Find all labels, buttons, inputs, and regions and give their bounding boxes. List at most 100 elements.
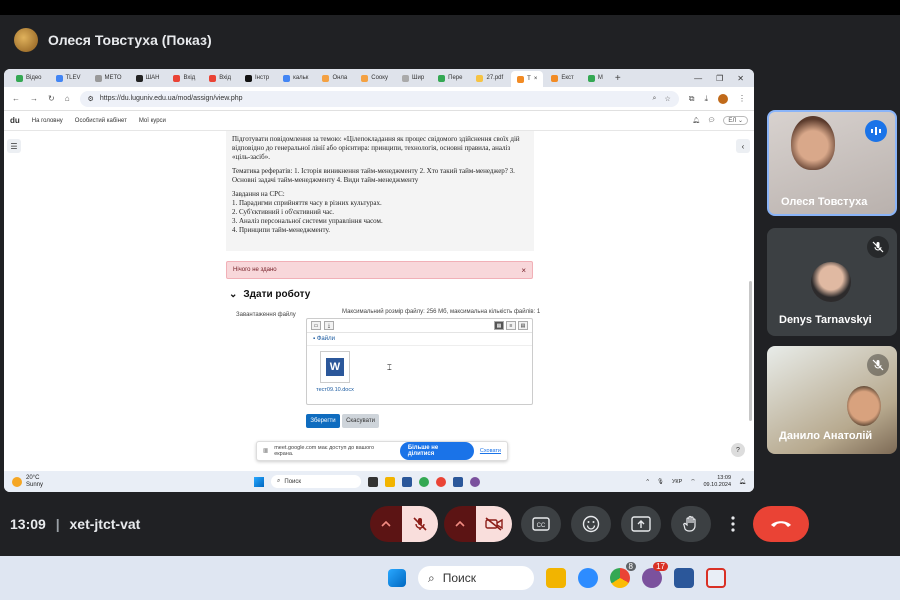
browser-tab[interactable]: Вхід — [167, 71, 201, 85]
word-icon[interactable] — [453, 476, 463, 487]
browser-tab[interactable]: Пере — [432, 71, 468, 85]
browser-tab[interactable]: Вхід — [203, 71, 237, 85]
nav-dashboard[interactable]: Особистий кабінет — [75, 118, 127, 124]
uploaded-file[interactable]: W тест09.10.docx — [313, 351, 357, 393]
close-icon[interactable]: ✕ — [737, 74, 744, 83]
browser-tab[interactable]: М — [582, 71, 609, 85]
leave-call-button[interactable] — [753, 506, 809, 542]
cancel-button[interactable]: Скасувати — [342, 414, 379, 428]
view-tree-icon[interactable]: ▤ — [518, 321, 528, 330]
opera-icon[interactable] — [436, 476, 446, 487]
word-icon[interactable] — [674, 568, 694, 588]
add-file-icon[interactable]: ▭ — [311, 321, 321, 330]
file-explorer-icon[interactable] — [385, 476, 395, 487]
browser-tab[interactable]: TLEV — [50, 71, 87, 85]
bookmark-star-icon[interactable]: ☆ — [664, 95, 670, 103]
download-icon[interactable]: ⤓ — [704, 94, 708, 104]
nav-home[interactable]: На головну — [32, 118, 63, 124]
reactions-button[interactable] — [571, 506, 611, 542]
present-button[interactable] — [621, 506, 661, 542]
browser-tab[interactable]: Екст — [545, 71, 579, 85]
file-explorer-icon[interactable] — [546, 568, 566, 588]
maximize-icon[interactable]: ❐ — [716, 74, 723, 83]
network-icon[interactable]: ⌔ — [690, 478, 695, 485]
captions-button[interactable]: CC — [521, 506, 561, 542]
close-icon[interactable]: × — [521, 266, 526, 275]
zoom-icon[interactable] — [578, 568, 598, 588]
new-tab-button[interactable]: + — [611, 73, 625, 84]
os-taskbar-search[interactable]: ⌕ Поиск — [418, 566, 534, 590]
browser-tab[interactable]: Онла — [316, 71, 353, 85]
viber-icon[interactable]: 17 — [642, 562, 668, 588]
taskbar-clock[interactable]: 13:09 09.10.2024 — [703, 475, 731, 489]
nav-my-courses[interactable]: Мої курси — [139, 118, 166, 124]
browser-tab[interactable]: Відео — [10, 71, 48, 85]
zoom-icon[interactable]: ⌕ — [653, 95, 657, 103]
chrome-icon[interactable] — [419, 476, 429, 487]
raise-hand-button[interactable] — [671, 506, 711, 542]
search-icon: ⌕ — [428, 570, 435, 585]
scrollbar[interactable] — [749, 281, 752, 421]
profile-avatar[interactable] — [718, 93, 728, 104]
folder-path[interactable]: ▪ Файли — [307, 333, 532, 346]
participant-tile[interactable]: Данило Анатолій — [767, 346, 897, 454]
chevron-down-icon[interactable]: ⌄ — [229, 289, 237, 300]
start-icon[interactable] — [254, 476, 264, 487]
browser-tab[interactable]: МЕТО — [89, 71, 128, 85]
mic-icon[interactable]: 🎙︎ — [657, 479, 664, 485]
weather-widget[interactable]: 20°C Sunny — [12, 475, 43, 489]
notification-icon[interactable]: 🔔︎ — [739, 479, 746, 485]
user-menu[interactable]: ЕЛ ⌄ — [723, 116, 748, 125]
hide-share-bar-link[interactable]: Сховати — [480, 448, 501, 454]
taskbar-search[interactable]: ⌕ Поиск — [271, 475, 361, 488]
browser-tab[interactable]: ШАН — [130, 71, 166, 85]
browser-tab[interactable]: Сооку — [355, 71, 394, 85]
store-icon[interactable] — [402, 476, 412, 487]
mic-toggle-button[interactable] — [402, 506, 438, 542]
bell-icon[interactable]: 🔔︎ — [692, 117, 700, 124]
audio-options-chevron-icon[interactable] — [370, 506, 402, 542]
chrome-icon[interactable]: 8 — [610, 562, 636, 588]
browser-tab[interactable]: Інстр — [239, 71, 275, 85]
chat-icon[interactable]: 💬︎ — [708, 117, 716, 124]
course-index-toggle-icon[interactable]: ☰ — [7, 139, 21, 153]
download-all-icon[interactable]: ⤓ — [324, 321, 334, 330]
browser-tab[interactable]: 27.pdf — [470, 71, 509, 85]
chevron-up-icon[interactable]: ^ — [646, 479, 649, 485]
video-options-chevron-icon[interactable] — [444, 506, 476, 542]
camera-toggle-button[interactable] — [476, 506, 512, 542]
browser-tab[interactable]: Шир — [396, 71, 430, 85]
folder-icon: ▪ — [313, 336, 316, 342]
save-button[interactable]: Зберегти — [306, 414, 340, 428]
participant-tile[interactable]: Олеся Товстуха — [767, 110, 897, 216]
snipping-tool-icon[interactable] — [706, 568, 726, 588]
browser-tab[interactable]: кальк — [277, 71, 314, 85]
language-indicator[interactable]: УКР — [672, 479, 682, 485]
block-drawer-toggle-icon[interactable]: ‹ — [736, 139, 750, 153]
reload-icon[interactable]: ↻ — [48, 94, 55, 103]
home-icon[interactable]: ⌂ — [65, 94, 70, 103]
more-options-button[interactable] — [723, 506, 743, 542]
view-list-icon[interactable]: ≡ — [506, 321, 516, 330]
browser-tab-active[interactable]: Т × — [511, 71, 544, 87]
minimize-icon[interactable]: — — [694, 74, 702, 83]
back-icon[interactable]: ← — [12, 94, 20, 103]
mouse-cursor-icon: ⌶ — [387, 363, 392, 372]
windows-start-icon[interactable] — [388, 569, 406, 587]
view-icons-icon[interactable]: ▦ — [494, 321, 504, 330]
viber-icon[interactable] — [470, 476, 480, 487]
task-item: 4. Принципи тайм-менеджменту. — [232, 226, 331, 234]
menu-icon[interactable]: ⋮ — [738, 94, 746, 103]
file-manager[interactable]: ▭ ⤓ ▦ ≡ ▤ ▪ Файли W тест09.10.docx — [306, 318, 533, 405]
address-bar[interactable]: ⚙ https://du.luguniv.edu.ua/mod/assign/v… — [79, 90, 679, 107]
participant-tile[interactable]: Denys Tarnavskyi — [767, 228, 897, 336]
stop-sharing-button[interactable]: Більше не ділитися — [399, 442, 474, 460]
section-heading[interactable]: ⌄ Здати роботу — [229, 289, 310, 300]
site-info-icon[interactable]: ⚙ — [88, 95, 94, 103]
forward-icon[interactable]: → — [30, 94, 38, 103]
help-icon[interactable]: ? — [731, 443, 745, 457]
extensions-icon[interactable]: ⧉ — [689, 94, 695, 104]
site-logo[interactable]: du — [10, 116, 20, 125]
task-view-icon[interactable] — [368, 476, 378, 487]
sun-icon — [12, 476, 22, 487]
